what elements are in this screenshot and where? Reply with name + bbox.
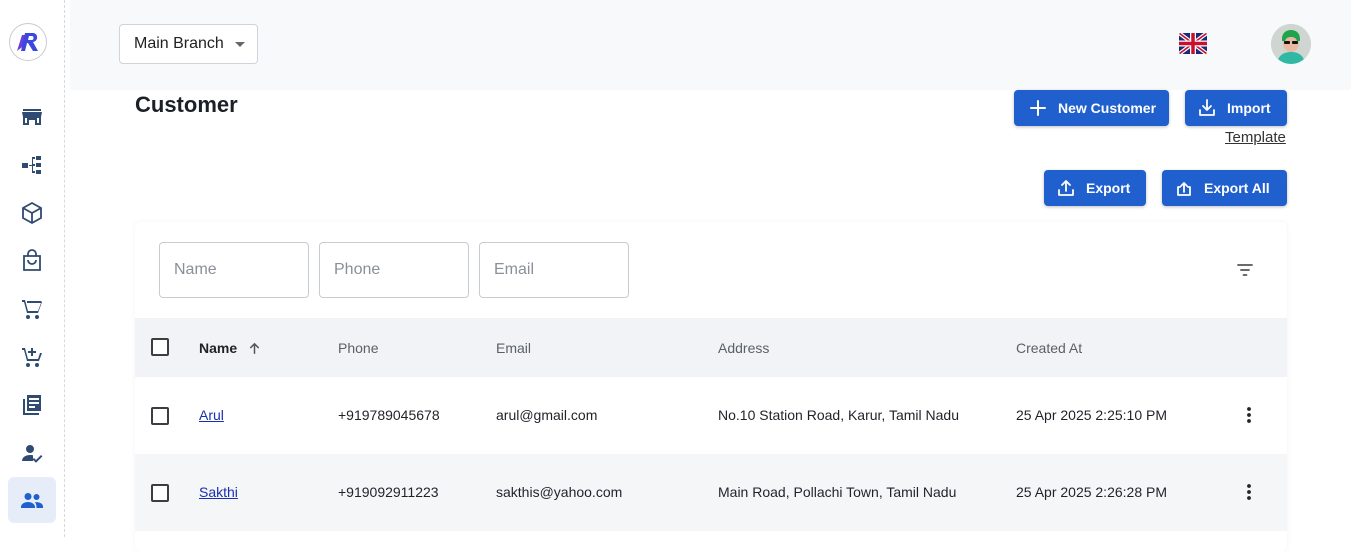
export-button[interactable]: Export <box>1044 170 1146 206</box>
plus-icon <box>1030 100 1046 116</box>
customer-address: Main Road, Pollachi Town, Tamil Nadu <box>718 484 957 500</box>
column-header-name-label: Name <box>199 340 238 356</box>
branch-select-value: Main Branch <box>134 35 224 52</box>
customer-email: sakthis@yahoo.com <box>496 484 623 500</box>
sidebar-item-sales[interactable] <box>8 334 56 380</box>
branch-select[interactable]: Main Branch <box>119 24 258 64</box>
column-header-address[interactable]: Address <box>718 340 769 356</box>
export-all-button[interactable]: Export All <box>1162 170 1287 206</box>
table-row[interactable]: Sakthi +919092911223 sakthis@yahoo.com M… <box>135 454 1287 531</box>
customer-name-link[interactable]: Sakthi <box>199 484 238 500</box>
people-icon <box>21 493 43 508</box>
sidebar-item-cart[interactable] <box>8 286 56 332</box>
download-icon <box>1199 99 1215 116</box>
customer-name-link[interactable]: Arul <box>199 407 224 423</box>
page-title: Customer <box>135 92 238 117</box>
uk-flag-icon <box>1179 33 1207 54</box>
cloud-upload-icon <box>1177 182 1191 196</box>
sidebar-item-orders[interactable] <box>8 238 56 284</box>
row-checkbox[interactable] <box>151 484 169 502</box>
column-header-name[interactable]: Name <box>199 340 262 356</box>
customer-email: arul@gmail.com <box>496 407 598 423</box>
arrow-up-icon <box>250 342 260 354</box>
template-link[interactable]: Template <box>1225 129 1286 146</box>
cart-icon <box>22 300 42 319</box>
export-all-label: Export All <box>1204 180 1270 196</box>
customer-created-at: 25 Apr 2025 2:26:28 PM <box>1016 484 1167 500</box>
sidebar-item-store[interactable] <box>8 94 56 140</box>
shopping-bag-icon <box>23 249 41 271</box>
filter-icon[interactable] <box>1235 260 1255 280</box>
sidebar-item-staff[interactable] <box>8 430 56 476</box>
phone-filter-input[interactable] <box>319 242 469 298</box>
avatar-icon <box>1271 24 1311 64</box>
column-header-email[interactable]: Email <box>496 340 531 356</box>
new-customer-button[interactable]: New Customer <box>1014 90 1169 126</box>
customer-created-at: 25 Apr 2025 2:25:10 PM <box>1016 407 1167 423</box>
receipt-icon <box>23 395 41 415</box>
customer-table-card: Name Phone Email Address Created At Arul… <box>135 222 1287 552</box>
customer-phone: +919789045678 <box>338 407 440 423</box>
column-header-phone[interactable]: Phone <box>338 340 378 356</box>
sidebar-item-invoices[interactable] <box>8 382 56 428</box>
upload-icon <box>1058 180 1074 196</box>
export-label: Export <box>1086 180 1131 196</box>
column-header-created-at[interactable]: Created At <box>1016 340 1082 356</box>
cart-add-icon <box>22 348 42 367</box>
user-avatar[interactable] <box>1271 24 1311 64</box>
logo-icon <box>17 33 38 51</box>
email-filter-input[interactable] <box>479 242 629 298</box>
more-vert-icon[interactable] <box>1239 482 1259 502</box>
table-header: Name Phone Email Address Created At <box>135 318 1287 377</box>
sidebar-item-customers[interactable] <box>8 477 56 523</box>
import-button[interactable]: Import <box>1185 90 1287 126</box>
more-vert-icon[interactable] <box>1239 405 1259 425</box>
sidebar-item-products[interactable] <box>8 190 56 236</box>
store-icon <box>22 109 42 125</box>
hierarchy-icon <box>22 156 41 174</box>
customer-phone: +919092911223 <box>338 484 439 500</box>
caret-down-icon <box>235 42 245 47</box>
sidebar-item-hierarchy[interactable] <box>8 142 56 188</box>
import-label: Import <box>1227 100 1271 116</box>
sidebar <box>0 0 65 537</box>
row-checkbox[interactable] <box>151 407 169 425</box>
person-check-icon <box>22 445 43 463</box>
language-flag-icon[interactable] <box>1179 33 1207 54</box>
package-icon <box>22 201 42 225</box>
name-filter-input[interactable] <box>159 242 309 298</box>
app-logo[interactable] <box>9 23 47 61</box>
table-row[interactable]: Arul +919789045678 arul@gmail.com No.10 … <box>135 377 1287 454</box>
top-header: Main Branch <box>70 0 1351 90</box>
new-customer-label: New Customer <box>1058 100 1157 116</box>
select-all-checkbox[interactable] <box>151 338 169 356</box>
customer-address: No.10 Station Road, Karur, Tamil Nadu <box>718 407 959 423</box>
